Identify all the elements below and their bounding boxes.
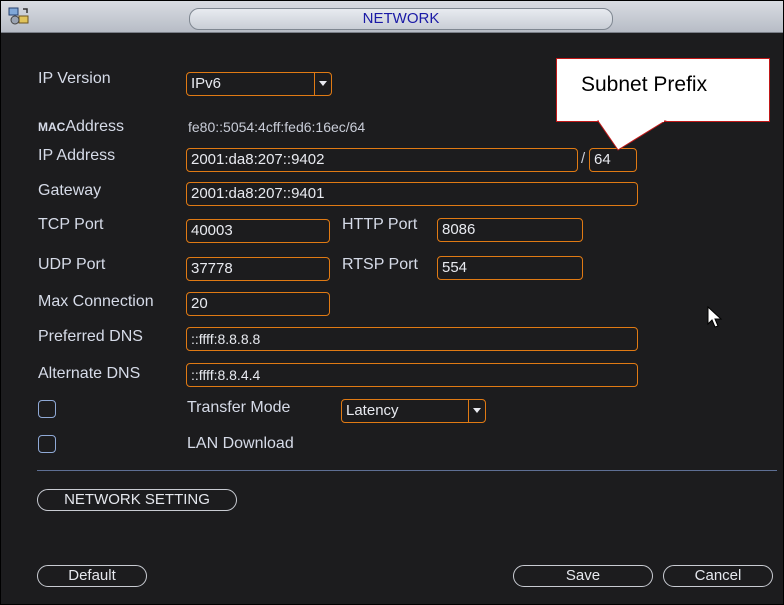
subnet-prefix-input[interactable]: 64	[589, 148, 637, 172]
transfer-mode-checkbox[interactable]	[38, 400, 56, 418]
dropdown-arrow-icon[interactable]	[314, 73, 331, 95]
udp-port-input[interactable]: 37778	[186, 257, 330, 281]
http-port-input[interactable]: 8086	[437, 218, 583, 242]
max-connection-input[interactable]: 20	[186, 292, 330, 316]
window-title: NETWORK	[189, 8, 613, 30]
dropdown-arrow-icon[interactable]	[468, 400, 485, 422]
ip-version-label: IP Version	[38, 70, 111, 87]
mac-address-label: MACAddress	[38, 118, 124, 136]
mouse-pointer-icon	[707, 305, 725, 335]
mac-address-value: fe80::5054:4cff:fed6:16ec/64	[188, 119, 366, 135]
prefix-separator: /	[581, 150, 586, 167]
subnet-prefix-callout: Subnet Prefix	[556, 58, 770, 122]
default-button[interactable]: Default	[37, 565, 147, 587]
mac-label-text: Address	[65, 118, 125, 135]
rtsp-port-input[interactable]: 554	[437, 256, 583, 280]
mac-label-prefix: MAC	[38, 120, 66, 134]
udp-port-label: UDP Port	[38, 256, 106, 273]
ip-version-value: IPv6	[191, 75, 222, 92]
network-settings-icon	[7, 5, 31, 27]
preferred-dns-label: Preferred DNS	[38, 328, 143, 345]
ip-address-label: IP Address	[38, 147, 116, 164]
alternate-dns-input[interactable]: ::ffff:8.8.4.4	[186, 363, 638, 387]
lan-download-checkbox[interactable]	[38, 435, 56, 453]
transfer-mode-value: Latency	[346, 402, 399, 419]
transfer-mode-select[interactable]: Latency	[341, 399, 486, 423]
preferred-dns-input[interactable]: ::ffff:8.8.8.8	[186, 327, 638, 351]
cancel-button[interactable]: Cancel	[663, 565, 773, 587]
gateway-label: Gateway	[38, 182, 102, 199]
lan-download-label: LAN Download	[187, 435, 294, 452]
transfer-mode-label: Transfer Mode	[187, 399, 291, 416]
max-connection-label: Max Connection	[38, 293, 154, 310]
gateway-input[interactable]: 2001:da8:207::9401	[186, 182, 638, 206]
ip-version-select[interactable]: IPv6	[186, 72, 332, 96]
http-port-label: HTTP Port	[342, 216, 418, 233]
section-divider	[37, 470, 777, 471]
network-setting-button[interactable]: NETWORK SETTING	[37, 489, 237, 511]
ip-address-input[interactable]: 2001:da8:207::9402	[186, 148, 578, 172]
tcp-port-input[interactable]: 40003	[186, 219, 330, 243]
alternate-dns-label: Alternate DNS	[38, 365, 141, 382]
save-button[interactable]: Save	[513, 565, 653, 587]
rtsp-port-label: RTSP Port	[342, 256, 418, 273]
tcp-port-label: TCP Port	[38, 216, 104, 233]
title-bar: NETWORK	[1, 1, 783, 33]
